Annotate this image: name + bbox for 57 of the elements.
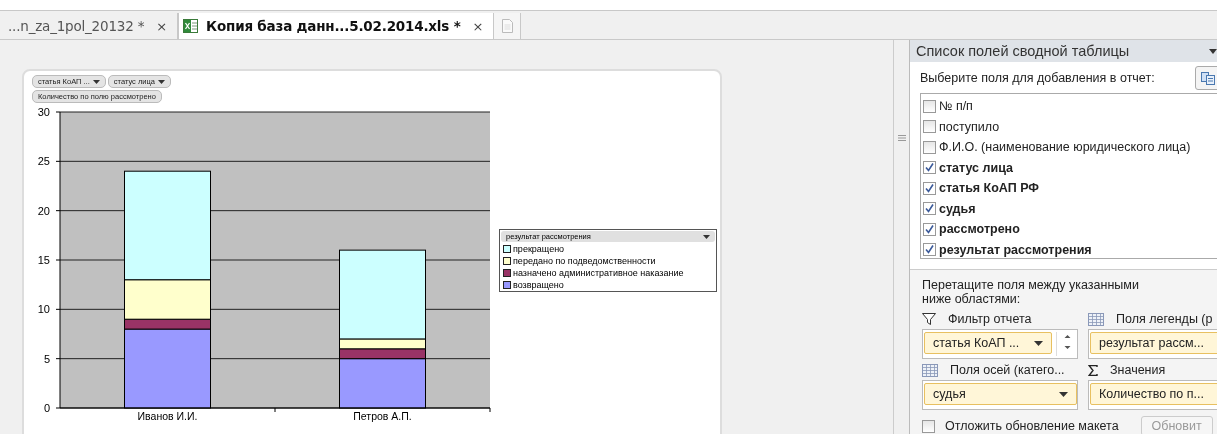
checkbox[interactable] [922, 419, 935, 433]
tab-label: Копия база данн...5.02.2014.xls * [206, 18, 461, 34]
field-item[interactable]: результат рассмотрения [921, 239, 1217, 258]
dropdown-arrow-icon[interactable] [1209, 48, 1217, 54]
checkbox[interactable] [923, 99, 936, 113]
field-item[interactable]: № п/п [921, 96, 1217, 117]
checkbox[interactable] [923, 202, 936, 216]
area-label: Фильтр отчета [948, 312, 1032, 326]
layout-button[interactable] [1195, 66, 1217, 90]
category-label: Петров А.П. [353, 410, 412, 422]
document-tab[interactable]: Копия база данн...5.02.2014.xls * × [178, 13, 495, 39]
axis-tick-label: 5 [43, 352, 50, 365]
checkbox[interactable] [923, 222, 936, 236]
legend-label: возвращено [513, 280, 564, 290]
field-item[interactable]: статус лица [921, 157, 1217, 178]
checkbox-label: Отложить обновление макета [945, 419, 1119, 433]
field-pill[interactable]: результат рассм... [1090, 332, 1217, 354]
filter-icon [922, 313, 936, 325]
axis-tick-label: 25 [37, 155, 50, 168]
table-grid-icon [1088, 312, 1104, 326]
field-item[interactable]: судья [921, 198, 1217, 219]
document-icon [501, 19, 513, 33]
field-item[interactable]: статья КоАП РФ [921, 178, 1217, 199]
checkbox[interactable] [923, 161, 936, 175]
field-item[interactable]: рассмотрено [921, 219, 1217, 240]
area-label: Поля осей (катего... [950, 363, 1065, 377]
legend-label: прекращено [513, 244, 565, 254]
panel-title: Список полей сводной таблицы [916, 43, 1130, 59]
sum-icon [1088, 364, 1098, 376]
instruction-text: Выберите поля для добавления в отчет: [920, 71, 1155, 85]
area-label: Поля легенды (р [1116, 312, 1213, 326]
checkbox[interactable] [923, 120, 936, 134]
category-label: Иванов И.И. [137, 410, 198, 422]
dropdown-arrow-icon [703, 234, 710, 239]
field-item[interactable]: Ф.И.О. (наименование юридического лица) [921, 137, 1217, 158]
axis-tick-label: 15 [37, 254, 50, 266]
axis-tick-label: 30 [37, 106, 50, 118]
axis-tick-label: 20 [37, 204, 50, 217]
checkbox[interactable] [923, 181, 936, 195]
checkbox[interactable] [923, 243, 936, 257]
field-item[interactable]: поступило [921, 116, 1217, 137]
area-label: Значения [1110, 363, 1166, 377]
axis-tick-label: 10 [37, 303, 50, 316]
field-pill[interactable]: Количество по п... [1090, 383, 1217, 405]
splitter-grip-icon[interactable] [897, 134, 906, 141]
tab-label: ...n_za_1pol_20132 * [8, 18, 145, 34]
field-pill[interactable]: судья [924, 383, 1077, 405]
field-pill[interactable]: статья КоАП ... [924, 332, 1052, 354]
legend-label: назначено административное наказание [513, 268, 684, 278]
instruction-text: Перетащите поля между указанными ниже областями: [922, 278, 1140, 306]
close-button[interactable]: × [468, 18, 488, 34]
checkbox[interactable] [923, 140, 936, 154]
legend-label: передано по подведомственности [513, 256, 656, 266]
layout-icon [1201, 71, 1215, 85]
close-button[interactable]: × [152, 18, 172, 34]
axis-tick-label: 0 [43, 402, 50, 414]
table-grid-icon [922, 363, 938, 377]
